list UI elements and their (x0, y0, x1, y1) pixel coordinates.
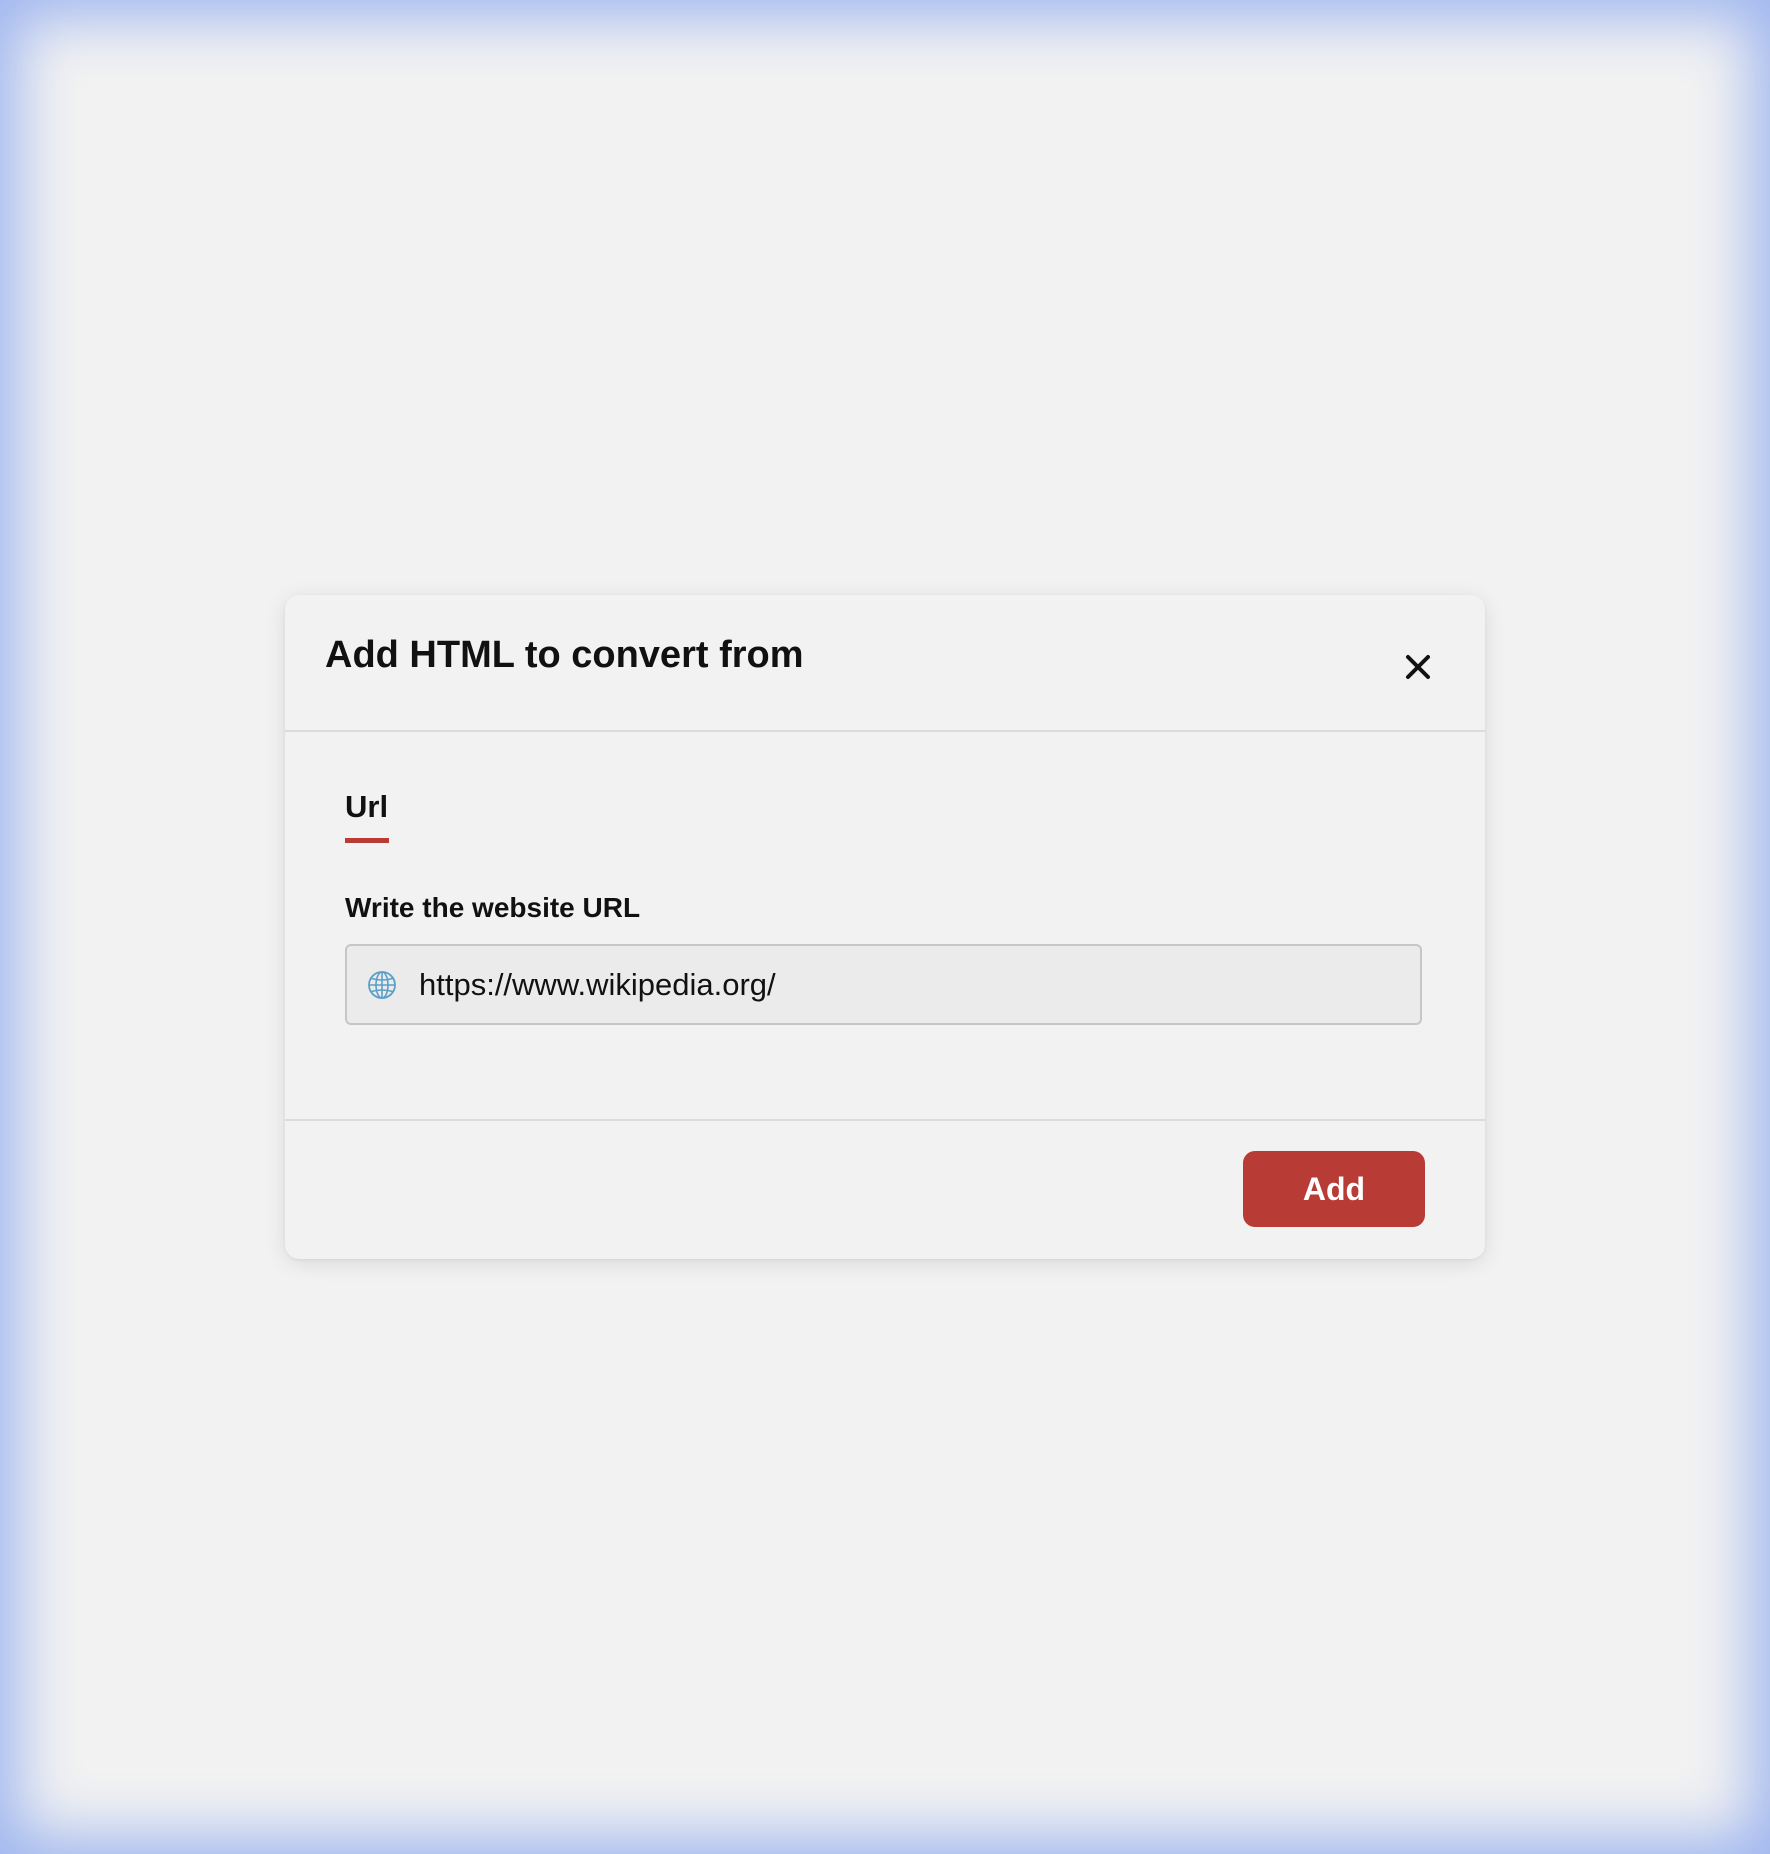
tab-url[interactable]: Url (345, 789, 389, 844)
url-field-label: Write the website URL (345, 892, 641, 923)
tab-active-indicator (345, 838, 389, 844)
dialog-header: Add HTML to convert from (285, 595, 1485, 732)
close-button[interactable] (1398, 647, 1438, 687)
close-icon (1406, 655, 1430, 679)
tab-url-label: Url (345, 789, 389, 824)
url-input-container (345, 944, 1422, 1025)
add-button[interactable]: Add (1243, 1151, 1425, 1227)
url-input[interactable] (419, 946, 1399, 1023)
globe-icon (368, 971, 396, 999)
add-html-dialog: Add HTML to convert from Url Write the w… (285, 595, 1485, 1259)
dialog-title: Add HTML to convert from (325, 634, 804, 676)
